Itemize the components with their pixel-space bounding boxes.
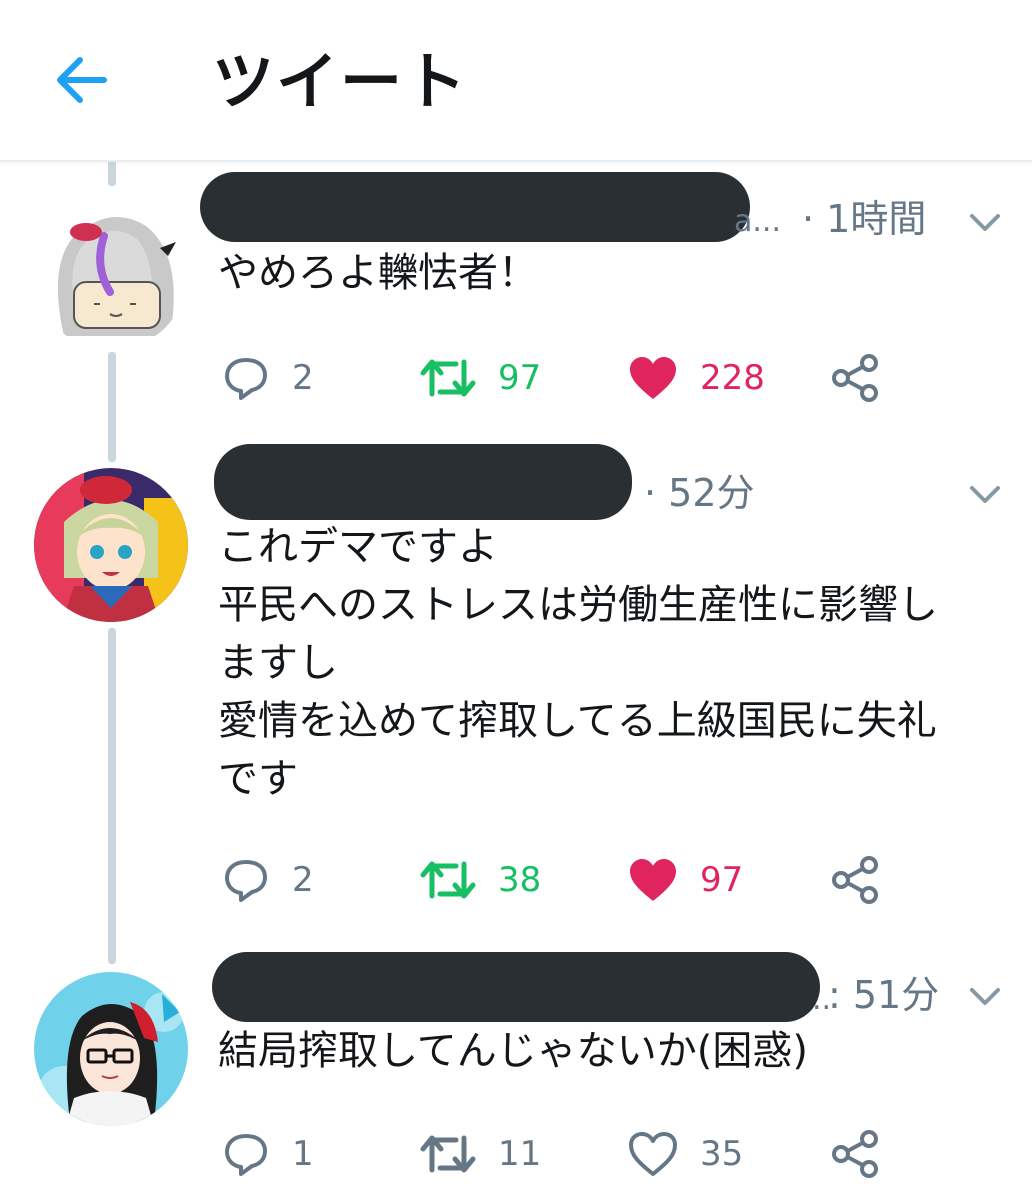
redacted-username <box>200 172 750 242</box>
retweet-count: 97 <box>498 358 542 398</box>
heart-icon <box>630 357 676 399</box>
avatar[interactable] <box>34 196 188 350</box>
retweet-button[interactable]: 38 <box>420 850 541 910</box>
like-button[interactable]: 97 <box>628 850 743 910</box>
tweet-time[interactable]: · 52分 <box>644 470 755 516</box>
retweet-button[interactable]: 11 <box>420 1124 541 1184</box>
tweet-actions: 2 97 228 <box>0 348 1032 408</box>
avatar[interactable] <box>34 468 188 622</box>
tweet[interactable]: a... · 1時間 やめろよ轢怯者！ 2 97 228 <box>0 160 1032 430</box>
reply-count: 2 <box>292 860 314 900</box>
redacted-username <box>214 444 632 520</box>
reply-count: 1 <box>292 1134 314 1174</box>
page-title: ツイート <box>212 45 469 118</box>
like-count: 97 <box>700 860 744 900</box>
share-button[interactable] <box>830 1124 880 1184</box>
tweet[interactable]: · 52分 これデマですよ 平民へのストレスは労働生産性に影響し ますし 愛情を… <box>0 430 1032 930</box>
tweet-text: やめろよ轢怯者！ <box>218 250 538 296</box>
like-count: 228 <box>700 358 765 398</box>
tweet-text: これデマですよ 平民へのストレスは労働生産性に影響し ますし 愛情を込めて搾取し… <box>218 524 938 802</box>
arrow-left-icon[interactable] <box>52 52 110 108</box>
reply-button[interactable]: 2 <box>222 348 314 408</box>
retweet-icon <box>420 1135 476 1173</box>
reply-count: 2 <box>292 358 314 398</box>
like-count: 35 <box>700 1134 744 1174</box>
retweet-icon <box>420 861 476 899</box>
top-bar: ツイート <box>0 0 1032 162</box>
retweet-button[interactable]: 97 <box>420 348 541 408</box>
reply-button[interactable]: 2 <box>222 850 314 910</box>
chevron-down-icon[interactable] <box>968 986 1002 1008</box>
redacted-username <box>212 952 820 1022</box>
chevron-down-icon[interactable] <box>968 484 1002 506</box>
tweet-text: 結局搾取してんじゃないか(困惑) <box>218 1028 809 1074</box>
share-button[interactable] <box>830 850 880 910</box>
retweet-count: 11 <box>498 1134 542 1174</box>
retweet-icon <box>420 359 476 397</box>
chevron-down-icon[interactable] <box>968 212 1002 234</box>
reply-icon <box>225 358 267 400</box>
share-icon <box>832 1130 878 1178</box>
tweet[interactable]: .. : 51分 結局搾取してんじゃないか(困惑) 1 11 35 <box>0 930 1032 1199</box>
retweet-count: 38 <box>498 860 542 900</box>
tweet-time[interactable]: · 1時間 <box>802 196 926 242</box>
avatar[interactable] <box>34 972 188 1126</box>
reply-icon <box>225 1134 267 1176</box>
share-button[interactable] <box>830 348 880 408</box>
heart-icon <box>629 1132 677 1176</box>
tweet-actions: 1 11 35 <box>0 1124 1032 1184</box>
handle[interactable]: a... <box>734 202 781 242</box>
share-icon <box>832 856 878 904</box>
reply-button[interactable]: 1 <box>222 1124 314 1184</box>
share-icon <box>832 354 878 402</box>
tweet-actions: 2 38 97 <box>0 850 1032 910</box>
like-button[interactable]: 228 <box>628 348 765 408</box>
tweet-time[interactable]: : 51分 <box>828 972 939 1018</box>
heart-icon <box>630 859 676 901</box>
reply-icon <box>225 860 267 902</box>
like-button[interactable]: 35 <box>628 1124 743 1184</box>
